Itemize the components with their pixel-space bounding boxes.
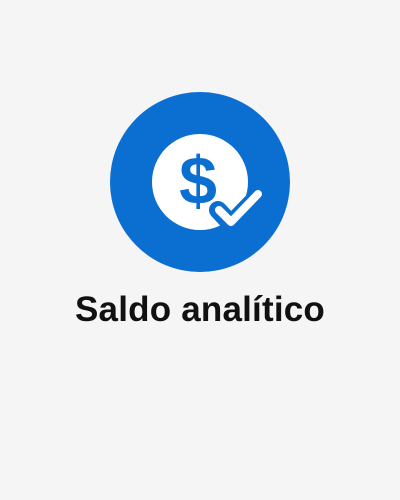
dollar-check-icon: $ [152, 134, 269, 233]
dollar-check-badge: $ [110, 92, 290, 272]
saldo-analitico-tile[interactable]: $ Saldo analítico [0, 0, 400, 500]
tile-label: Saldo analítico [75, 290, 325, 329]
